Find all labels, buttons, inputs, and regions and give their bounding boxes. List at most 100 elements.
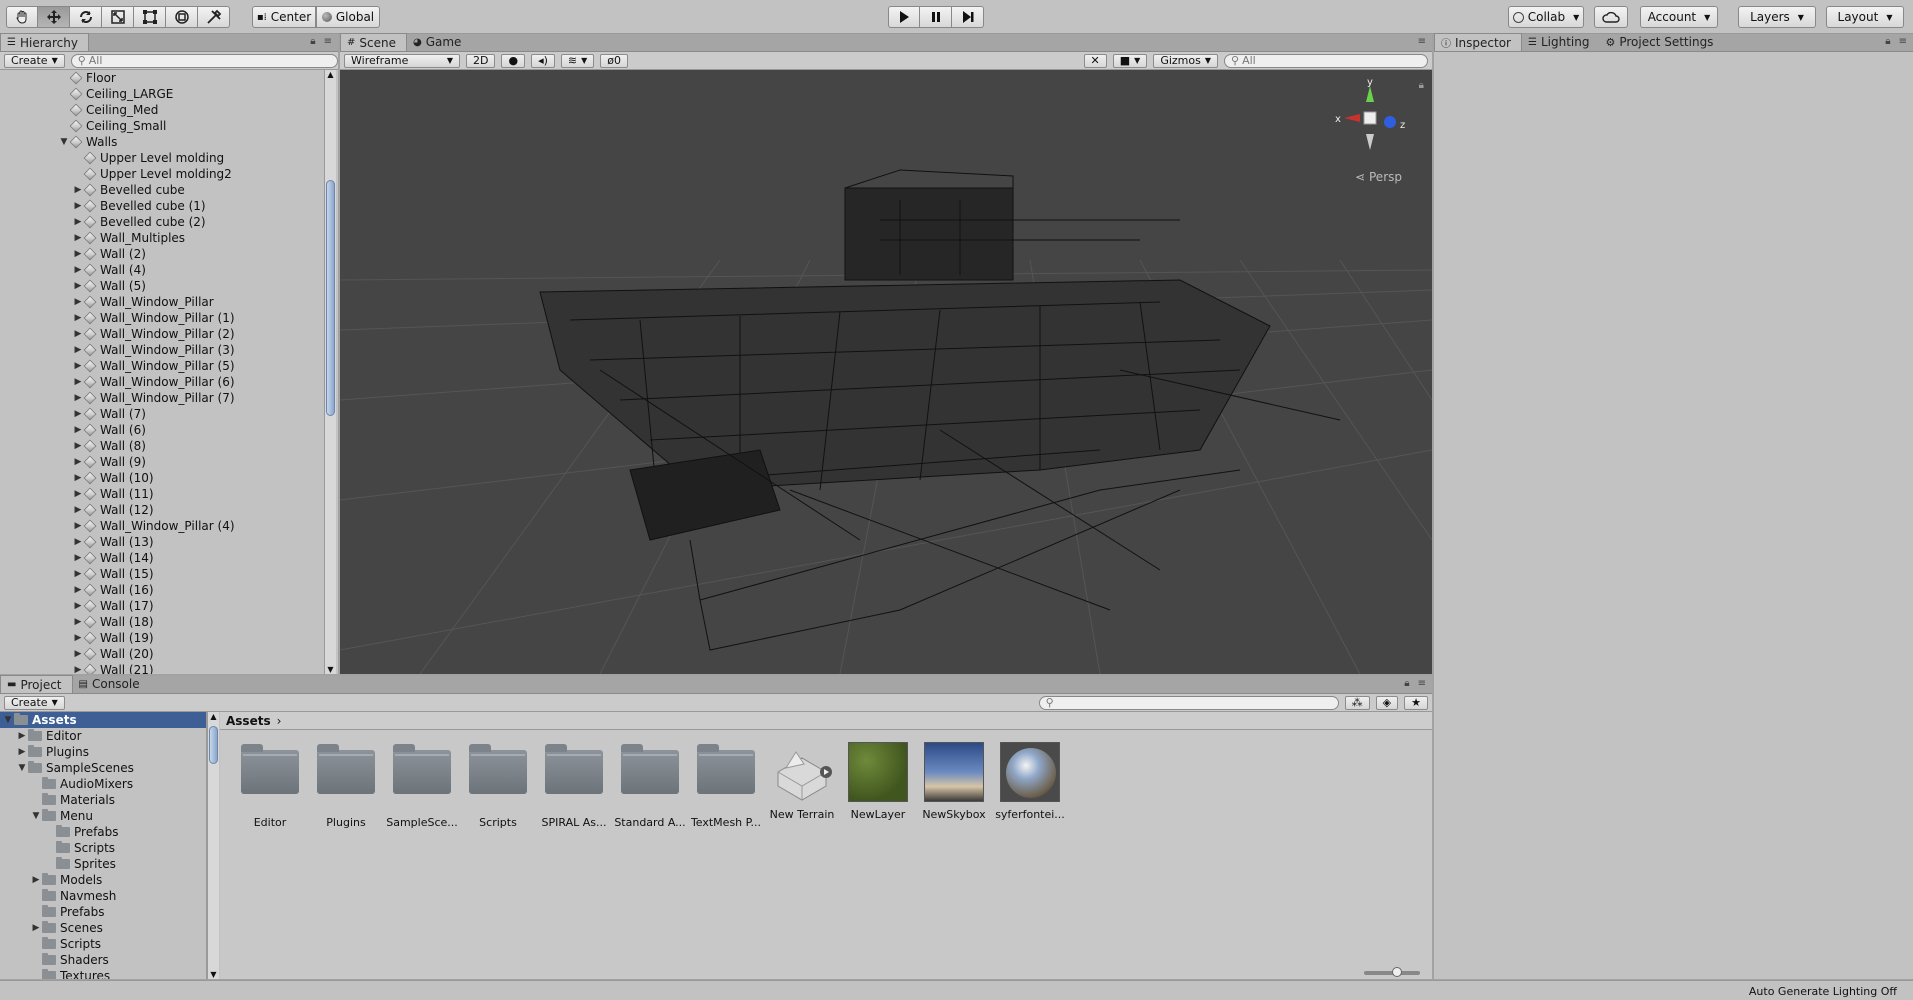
scale-tool-button[interactable] (102, 6, 134, 28)
expand-closed-icon[interactable]: ▶ (30, 923, 42, 933)
expand-closed-icon[interactable]: ▶ (72, 585, 84, 595)
folder-tree-item[interactable]: ▼ Assets (0, 712, 206, 728)
audio-toggle[interactable]: ◂) (531, 53, 555, 68)
hierarchy-item[interactable]: ▶ Wall_Window_Pillar (3) (0, 342, 320, 358)
effects-dropdown[interactable]: ≋ ▼ (560, 53, 595, 68)
asset-tile[interactable]: SPIRAL As... (538, 742, 610, 829)
expand-closed-icon[interactable]: ▶ (72, 425, 84, 435)
project-tree-scrollbar[interactable]: ▲ ▼ (207, 712, 219, 979)
expand-closed-icon[interactable]: ▶ (72, 569, 84, 579)
tab-scene[interactable]: # Scene (340, 33, 407, 51)
hierarchy-item[interactable]: ▶ Bevelled cube (1) (0, 198, 320, 214)
hierarchy-scrollbar[interactable]: ▲ ▼ (324, 70, 336, 674)
hierarchy-item[interactable]: ▶ Wall (5) (0, 278, 320, 294)
hierarchy-item[interactable]: Upper Level molding (0, 150, 320, 166)
folder-tree-item[interactable]: Shaders (0, 952, 206, 968)
folder-tree-item[interactable]: Prefabs (0, 824, 206, 840)
hierarchy-item[interactable]: ▶ Wall (14) (0, 550, 320, 566)
expand-closed-icon[interactable]: ▶ (72, 377, 84, 387)
layers-dropdown[interactable]: Layers ▼ (1738, 6, 1816, 28)
hierarchy-item[interactable]: ▶ Wall (8) (0, 438, 320, 454)
expand-closed-icon[interactable]: ▶ (72, 537, 84, 547)
expand-closed-icon[interactable]: ▶ (72, 361, 84, 371)
folder-tree-item[interactable]: ▶ Models (0, 872, 206, 888)
expand-open-icon[interactable]: ▼ (16, 763, 28, 773)
asset-tile[interactable]: TextMesh P... (690, 742, 762, 829)
expand-open-icon[interactable]: ▼ (30, 811, 42, 821)
collab-dropdown[interactable]: Collab ▼ (1508, 6, 1584, 28)
hand-tool-button[interactable] (6, 6, 38, 28)
hierarchy-item[interactable]: ▶ Wall (6) (0, 422, 320, 438)
hierarchy-item[interactable]: ▶ Wall_Window_Pillar (7) (0, 390, 320, 406)
hierarchy-item[interactable]: ▶ Wall (2) (0, 246, 320, 262)
folder-tree-item[interactable]: ▶ Plugins (0, 744, 206, 760)
folder-tree-item[interactable]: Scripts (0, 936, 206, 952)
folder-tree-item[interactable]: Textures (0, 968, 206, 979)
icon-size-slider[interactable] (1364, 967, 1420, 977)
layout-dropdown[interactable]: Layout ▼ (1826, 6, 1904, 28)
hierarchy-item[interactable]: ▶ Wall (15) (0, 566, 320, 582)
move-tool-button[interactable] (38, 6, 70, 28)
hierarchy-item[interactable]: ▶ Wall (9) (0, 454, 320, 470)
scene-viewport[interactable]: y x z 🔒︎ ⋖ Persp (340, 70, 1432, 674)
account-dropdown[interactable]: Account ▼ (1640, 6, 1718, 28)
projection-label[interactable]: ⋖ Persp (1355, 170, 1402, 184)
folder-tree-item[interactable]: ▼ SampleScenes (0, 760, 206, 776)
folder-tree-item[interactable]: ▶ Editor (0, 728, 206, 744)
play-button[interactable] (888, 6, 920, 28)
hierarchy-item[interactable]: ▶ Wall (21) (0, 662, 320, 674)
tab-lighting[interactable]: ☰ Lighting (1522, 33, 1599, 51)
hierarchy-item[interactable]: Ceiling_LARGE (0, 86, 320, 102)
tab-console[interactable]: ▤ Console (73, 675, 150, 693)
expand-closed-icon[interactable]: ▶ (72, 249, 84, 259)
hierarchy-item[interactable]: ▶ Wall (12) (0, 502, 320, 518)
scene-tools-button[interactable]: ✕ (1083, 53, 1107, 68)
folder-tree-item[interactable]: ▶ Scenes (0, 920, 206, 936)
rect-tool-button[interactable] (134, 6, 166, 28)
folder-tree-item[interactable]: Sprites (0, 856, 206, 872)
gizmos-dropdown[interactable]: Gizmos ▼ (1153, 53, 1218, 68)
hierarchy-item[interactable]: ▶ Wall (17) (0, 598, 320, 614)
toggle-2d-button[interactable]: 2D (466, 53, 496, 68)
expand-closed-icon[interactable]: ▶ (72, 473, 84, 483)
hierarchy-item[interactable]: ▶ Wall (20) (0, 646, 320, 662)
panel-menu-icon[interactable]: ≡ (1899, 36, 1907, 47)
scene-search-input[interactable]: ⚲ All (1224, 53, 1428, 68)
lock-icon[interactable]: 🔒︎ (1404, 678, 1409, 689)
expand-closed-icon[interactable]: ▶ (72, 521, 84, 531)
hierarchy-item[interactable]: Ceiling_Small (0, 118, 320, 134)
rotate-tool-button[interactable] (70, 6, 102, 28)
panel-menu-icon[interactable]: ≡ (1418, 678, 1426, 689)
project-search-input[interactable]: ⚲ (1038, 695, 1339, 710)
hierarchy-item[interactable]: ▶ Wall_Window_Pillar (2) (0, 326, 320, 342)
folder-tree-item[interactable]: Materials (0, 792, 206, 808)
z-axis-cone[interactable] (1384, 116, 1396, 128)
lock-icon[interactable]: 🔒︎ (310, 36, 315, 47)
expand-closed-icon[interactable]: ▶ (72, 329, 84, 339)
asset-tile[interactable]: New Terrain (766, 742, 838, 821)
folder-tree-item[interactable]: Navmesh (0, 888, 206, 904)
cloud-button[interactable] (1594, 6, 1628, 28)
y-axis-cone[interactable] (1366, 86, 1374, 102)
asset-tile[interactable]: NewLayer (842, 742, 914, 821)
expand-open-icon[interactable]: ▼ (58, 137, 70, 147)
expand-closed-icon[interactable]: ▶ (72, 201, 84, 211)
hierarchy-item[interactable]: ▶ Wall (18) (0, 614, 320, 630)
expand-closed-icon[interactable]: ▶ (16, 731, 28, 741)
pivot-rotation-button[interactable]: Global (316, 6, 380, 28)
hierarchy-item[interactable]: ▶ Wall_Window_Pillar (6) (0, 374, 320, 390)
custom-tool-button[interactable] (198, 6, 230, 28)
asset-tile[interactable]: Plugins (310, 742, 382, 829)
hidden-objects-toggle[interactable]: ø0 (600, 53, 629, 68)
hierarchy-item[interactable]: ▶ Wall (16) (0, 582, 320, 598)
scroll-up-arrow[interactable]: ▲ (208, 712, 219, 721)
asset-tile[interactable]: Scripts (462, 742, 534, 829)
transform-tool-button[interactable] (166, 6, 198, 28)
hierarchy-item[interactable]: Upper Level molding2 (0, 166, 320, 182)
expand-closed-icon[interactable]: ▶ (72, 409, 84, 419)
x-axis-cone[interactable] (1344, 114, 1360, 122)
asset-tile[interactable]: syferfontei... (994, 742, 1066, 821)
expand-closed-icon[interactable]: ▶ (72, 217, 84, 227)
expand-closed-icon[interactable]: ▶ (30, 875, 42, 885)
scroll-down-arrow[interactable]: ▼ (325, 665, 336, 674)
